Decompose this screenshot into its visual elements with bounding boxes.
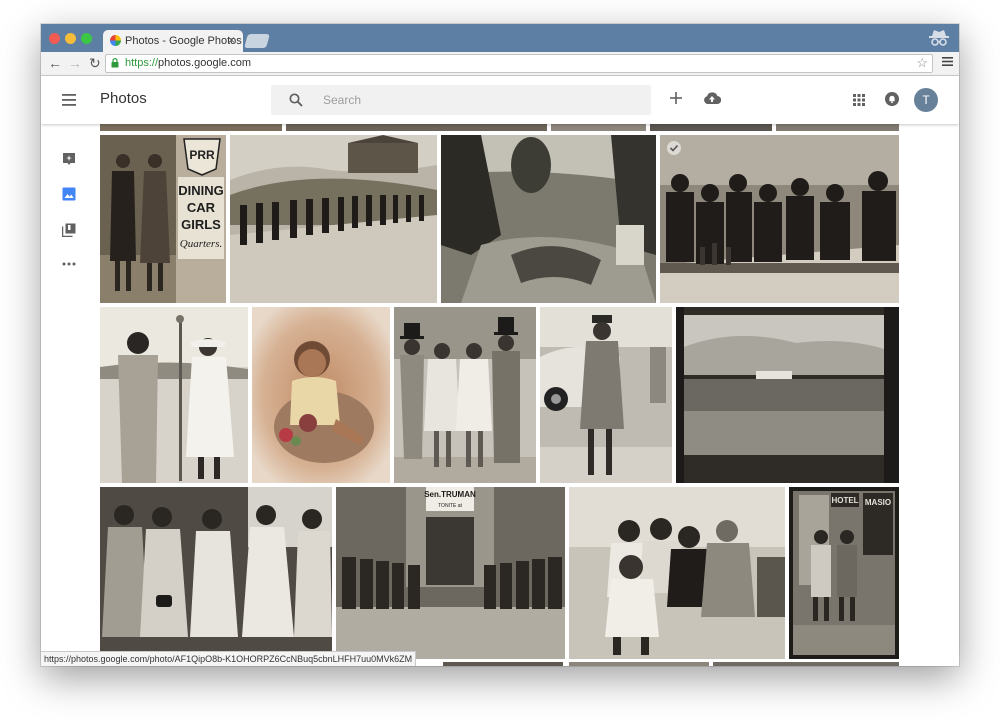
hamburger-menu-icon[interactable] <box>62 94 76 106</box>
photo-thumbnail[interactable] <box>443 662 563 666</box>
notifications-icon[interactable] <box>885 92 899 106</box>
photo-thumbnail[interactable] <box>569 662 709 666</box>
address-bar: ← → ↻ https://photos.google.com ☆ <box>41 52 959 76</box>
bookmark-star-icon[interactable]: ☆ <box>916 55 928 71</box>
hotel-doorway-image: HOTEL MASIO <box>789 487 899 659</box>
url-scheme: https:// <box>125 57 159 69</box>
plus-icon[interactable] <box>670 92 682 104</box>
new-tab-button[interactable] <box>244 34 270 48</box>
google-photos-favicon-icon <box>110 35 121 46</box>
reload-button[interactable]: ↻ <box>89 55 101 71</box>
sign-line-3: GIRLS <box>181 217 221 232</box>
lock-icon <box>111 58 119 68</box>
tab-title: Photos - Google Photos <box>125 35 242 47</box>
minimize-window-button[interactable] <box>65 33 76 44</box>
search-input[interactable] <box>323 91 623 109</box>
policewoman-image <box>540 307 672 483</box>
top-hat-group-image <box>394 307 536 483</box>
app-header: Photos T <box>41 76 959 124</box>
women-marching-photo[interactable] <box>230 135 437 303</box>
garden-landscape-photo[interactable] <box>441 135 656 303</box>
women-marching-image <box>230 135 437 303</box>
policewoman-photo[interactable] <box>540 307 672 483</box>
photos-icon[interactable] <box>62 187 76 201</box>
hotel-sign-text: HOTEL <box>831 496 858 505</box>
sign-line-4: Quarters. <box>180 238 222 250</box>
toddler-portrait-photo[interactable] <box>252 307 390 483</box>
photo-thumbnail[interactable] <box>776 124 899 131</box>
stadium-image <box>676 307 899 483</box>
microphone-interview-photo[interactable] <box>100 307 248 483</box>
close-window-button[interactable] <box>49 33 60 44</box>
truman-sign-line-1: Sen.TRUMAN <box>424 490 476 499</box>
tab-strip: Photos - Google Photos × <box>41 24 959 52</box>
back-button[interactable]: ← <box>48 55 62 71</box>
couples-group-image <box>569 487 785 659</box>
women-in-dresses-photo[interactable] <box>100 487 332 659</box>
app-title: Photos <box>100 90 147 107</box>
apps-grid-icon[interactable] <box>853 94 865 106</box>
selection-check-icon[interactable] <box>667 141 681 155</box>
assistant-icon[interactable] <box>62 152 76 166</box>
dining-car-girls-image: PRR DINING CAR GIRLS Quarters. <box>100 135 226 303</box>
prr-sign-text: PRR <box>189 148 215 162</box>
toddler-portrait-image <box>252 307 390 483</box>
tab-close-icon[interactable]: × <box>228 33 235 47</box>
url-text: https://photos.google.com <box>125 57 251 69</box>
zoom-window-button[interactable] <box>81 33 92 44</box>
search-icon[interactable] <box>289 93 303 107</box>
dining-car-girls-photo[interactable]: PRR DINING CAR GIRLS Quarters. <box>100 135 226 303</box>
men-at-bar-image <box>660 135 899 303</box>
browser-tab[interactable]: Photos - Google Photos × <box>103 30 243 52</box>
uniformed-women-line-photo[interactable]: Sen.TRUMAN TONITE at <box>336 487 565 659</box>
truman-sign-line-2: TONITE at <box>438 503 462 509</box>
search-bar[interactable] <box>271 85 651 115</box>
more-icon[interactable] <box>62 262 76 266</box>
account-avatar[interactable]: T <box>914 88 938 112</box>
stadium-photo[interactable] <box>676 307 899 483</box>
photo-thumbnail[interactable] <box>713 662 899 666</box>
sign-line-1: DINING <box>178 183 224 198</box>
sign-line-2: CAR <box>187 200 216 215</box>
incognito-profile-icon[interactable] <box>927 27 951 49</box>
browser-window: Photos - Google Photos × ← → ↻ https://p… <box>41 24 959 666</box>
photo-thumbnail[interactable] <box>286 124 547 131</box>
photo-thumbnail[interactable] <box>551 124 646 131</box>
photo-thumbnail[interactable] <box>100 124 282 131</box>
albums-icon[interactable] <box>62 223 76 237</box>
couples-group-photo[interactable] <box>569 487 785 659</box>
cloud-upload-icon[interactable] <box>703 91 721 105</box>
url-host: photos.google.com <box>158 57 251 69</box>
link-status-bubble: https://photos.google.com/photo/AF1QipO8… <box>41 651 417 666</box>
photo-thumbnail[interactable] <box>650 124 772 131</box>
masio-sign-text: MASIO <box>865 498 891 507</box>
uniformed-women-line-image: Sen.TRUMAN TONITE at <box>336 487 565 659</box>
garden-landscape-image <box>441 135 656 303</box>
men-at-bar-photo[interactable] <box>660 135 899 303</box>
forward-button[interactable]: → <box>68 55 82 71</box>
top-hat-group-photo[interactable] <box>394 307 536 483</box>
hotel-doorway-photo[interactable]: HOTEL MASIO <box>789 487 899 659</box>
microphone-interview-image <box>100 307 248 483</box>
chrome-menu-icon[interactable] <box>942 56 953 67</box>
omnibox[interactable]: https://photos.google.com ☆ <box>105 54 933 73</box>
women-in-dresses-image <box>100 487 332 659</box>
